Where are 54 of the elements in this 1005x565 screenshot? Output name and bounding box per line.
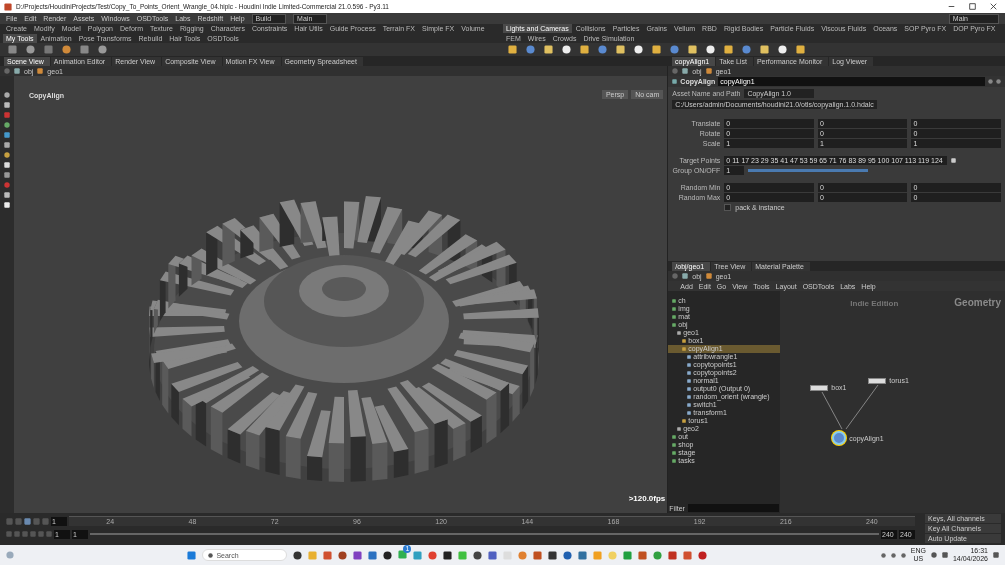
- filter-field[interactable]: [687, 504, 780, 512]
- fps-readout: >120.0fps: [628, 494, 666, 503]
- geometry-node-icon: [705, 273, 712, 279]
- node-icon: [687, 363, 692, 367]
- search-icon: [208, 552, 214, 558]
- node-icon: [672, 307, 677, 311]
- chevron-icon[interactable]: [880, 552, 886, 558]
- node-icon: [672, 299, 677, 303]
- geometry-node-icon: [37, 68, 44, 74]
- node-icon: [672, 451, 677, 455]
- edition-watermark: Indie Edition: [850, 299, 899, 308]
- node-icon: [687, 355, 692, 359]
- node-type-icon: [672, 79, 678, 84]
- help-icon[interactable]: [996, 79, 1001, 84]
- node-icon: [672, 323, 677, 327]
- node-tile[interactable]: [868, 377, 887, 384]
- node-icon: [672, 435, 677, 439]
- network-icon: [682, 68, 689, 74]
- shield-icon[interactable]: [900, 552, 906, 558]
- node-icon: [682, 339, 687, 343]
- network-icon: [14, 68, 20, 74]
- houdini-logo-icon: [4, 2, 12, 11]
- minimize-icon[interactable]: [948, 3, 955, 10]
- node-icon: [687, 379, 692, 383]
- node-wires: [822, 384, 879, 430]
- node-icon: [687, 403, 692, 407]
- node-icon: [687, 411, 692, 415]
- geometry-node-icon: [705, 68, 712, 74]
- node-icon: [687, 371, 692, 375]
- close-icon[interactable]: [990, 3, 997, 10]
- network-icon: [682, 273, 689, 279]
- speaker-icon[interactable]: [941, 552, 948, 558]
- node-tile[interactable]: [832, 431, 847, 445]
- gear-icon[interactable]: [988, 79, 993, 84]
- maximize-icon[interactable]: [969, 3, 976, 10]
- node-icon: [672, 315, 677, 319]
- checkbox[interactable]: [724, 204, 732, 211]
- node-icon: [672, 443, 677, 447]
- node-icon: [682, 347, 687, 351]
- weather-icon: [6, 551, 14, 559]
- notification-icon[interactable]: [993, 552, 999, 558]
- wifi-icon[interactable]: [930, 552, 937, 558]
- context-label: Geometry: [954, 297, 1001, 308]
- node-icon: [687, 387, 692, 391]
- node-icon: [672, 459, 677, 463]
- start-icon[interactable]: [187, 550, 197, 560]
- slider-fill[interactable]: [748, 169, 869, 172]
- cloud-icon[interactable]: [890, 552, 896, 558]
- node-icon: [682, 419, 687, 423]
- node-tile[interactable]: [810, 384, 829, 391]
- node-icon: [677, 427, 682, 431]
- node-icon: [677, 331, 682, 335]
- node-icon: [687, 395, 692, 399]
- arrow-icon[interactable]: [950, 158, 956, 163]
